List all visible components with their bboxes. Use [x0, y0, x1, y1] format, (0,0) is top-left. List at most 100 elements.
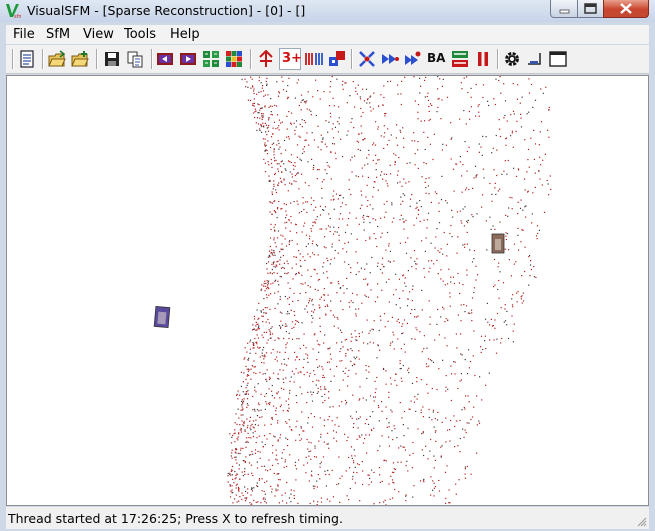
point: [402, 446, 404, 448]
point: [360, 115, 362, 117]
point: [334, 424, 336, 426]
point: [310, 228, 312, 230]
point: [539, 156, 541, 158]
point: [231, 489, 233, 491]
point: [293, 201, 295, 203]
point: [407, 270, 409, 272]
point: [254, 389, 256, 391]
point: [376, 357, 378, 359]
point: [402, 332, 404, 334]
thumbnail-view-icon[interactable]: [202, 50, 220, 68]
show-matches-icon[interactable]: [257, 50, 275, 68]
log-window-icon[interactable]: [18, 50, 36, 68]
point: [277, 127, 279, 129]
point: [328, 105, 331, 107]
match-matrix-icon[interactable]: [305, 50, 323, 68]
show-3plus-button[interactable]: 3+: [279, 48, 302, 70]
compute-missing-match-icon[interactable]: [358, 50, 376, 68]
point: [395, 373, 397, 375]
point: [384, 499, 386, 501]
point: [381, 401, 383, 403]
bundle-adjust-label[interactable]: BA: [427, 51, 445, 65]
point: [268, 322, 270, 324]
point: [333, 430, 335, 432]
point: [504, 100, 507, 102]
dense-icon[interactable]: [526, 50, 544, 68]
point: [397, 338, 399, 340]
point: [373, 142, 375, 144]
point: [419, 200, 421, 202]
point: [348, 263, 350, 266]
minimize-button[interactable]: [550, 0, 578, 18]
point: [264, 395, 266, 397]
camera-thumbnail[interactable]: [153, 305, 171, 329]
point: [438, 368, 440, 370]
next-image-icon[interactable]: [179, 50, 197, 68]
point: [318, 380, 320, 382]
menu-sfm[interactable]: SfM: [46, 27, 70, 42]
point: [263, 95, 265, 97]
point: [372, 218, 374, 220]
menu-view[interactable]: View: [83, 27, 114, 42]
point: [286, 313, 288, 315]
point: [314, 288, 316, 290]
menu-tools[interactable]: Tools: [124, 27, 156, 42]
viewport-3d[interactable]: [6, 75, 649, 506]
point: [344, 82, 346, 84]
camera-thumbnail[interactable]: [491, 233, 505, 254]
point: [428, 416, 430, 419]
point: [322, 376, 324, 379]
point: [263, 298, 265, 300]
close-button[interactable]: [603, 0, 649, 18]
point: [467, 312, 469, 314]
point: [320, 436, 322, 438]
point: [291, 338, 294, 340]
menu-help[interactable]: Help: [170, 27, 200, 42]
point: [279, 351, 281, 353]
point: [356, 262, 359, 264]
point: [375, 169, 377, 171]
point: [268, 402, 270, 404]
point: [246, 406, 248, 408]
point: [246, 403, 248, 405]
color-grid-icon[interactable]: [225, 50, 243, 68]
point: [332, 496, 334, 498]
resize-grip-icon[interactable]: [637, 517, 647, 527]
point: [521, 302, 523, 304]
open-add-images-icon[interactable]: [71, 50, 89, 68]
point: [534, 143, 537, 145]
point: [399, 219, 401, 221]
point: [427, 136, 429, 138]
title-bar[interactable]: sfm VisualSFM - [Sparse Reconstruction] …: [0, 0, 655, 22]
point: [469, 361, 472, 363]
settings-gear-icon[interactable]: [503, 50, 521, 68]
pause-icon[interactable]: [474, 50, 492, 68]
point: [386, 418, 388, 420]
feature-view-icon[interactable]: [328, 50, 346, 68]
point: [293, 310, 295, 313]
point: [407, 369, 409, 371]
point: [359, 436, 361, 438]
open-multi-images-icon[interactable]: [48, 50, 66, 68]
point: [348, 499, 350, 501]
point: [286, 465, 288, 468]
copy-icon[interactable]: [126, 50, 144, 68]
reconstruct-sparse-icon[interactable]: [381, 50, 399, 68]
prev-image-icon[interactable]: [156, 50, 174, 68]
window-icon[interactable]: [549, 50, 567, 68]
save-nvm-icon[interactable]: [103, 50, 121, 68]
point: [283, 163, 285, 165]
point: [449, 296, 451, 298]
point: [403, 319, 406, 321]
toggle-view-icon[interactable]: [451, 50, 469, 68]
point: [305, 292, 307, 294]
point: [424, 120, 426, 122]
point: [442, 143, 444, 145]
maximize-button[interactable]: [577, 0, 604, 18]
resume-icon[interactable]: [404, 50, 422, 68]
point: [272, 452, 274, 454]
point: [429, 118, 431, 120]
menu-file[interactable]: File: [13, 27, 35, 42]
point: [524, 246, 526, 248]
main-window: sfm VisualSFM - [Sparse Reconstruction] …: [0, 0, 655, 531]
